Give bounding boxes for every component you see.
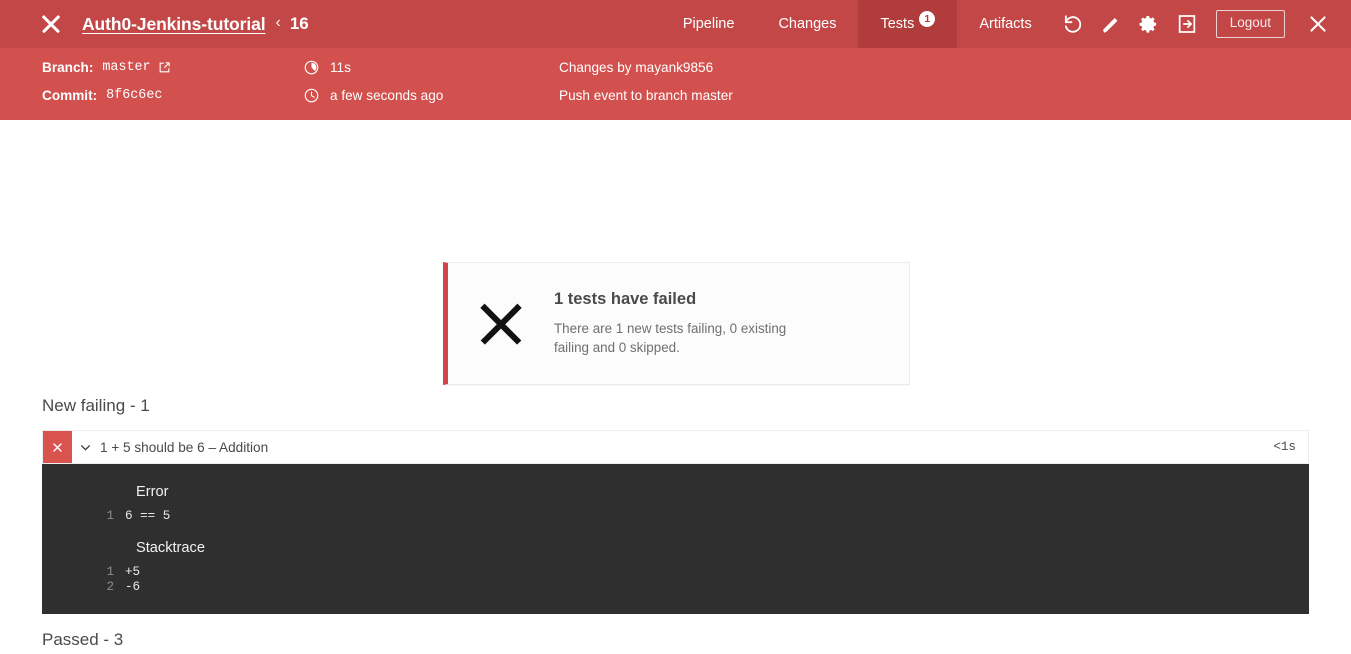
branch-row: Branch: master bbox=[42, 58, 304, 77]
branch-value: master bbox=[102, 60, 151, 75]
edit-pencil-icon[interactable] bbox=[1092, 0, 1130, 48]
tab-changes[interactable]: Changes bbox=[756, 0, 858, 48]
error-heading: Error bbox=[136, 484, 169, 500]
code-line: 1 6 == 5 bbox=[43, 509, 1308, 525]
tab-tests[interactable]: Tests 1 bbox=[858, 0, 958, 48]
run-banner: Branch: master Commit: 8f6c6ec 11s a few… bbox=[0, 48, 1351, 120]
code-line: 2 -6 bbox=[43, 580, 1308, 596]
run-meta-timing: 11s a few seconds ago bbox=[304, 58, 559, 105]
run-meta-branch-commit: Branch: master Commit: 8f6c6ec bbox=[42, 58, 304, 105]
tab-artifacts-label: Artifacts bbox=[979, 16, 1032, 32]
commit-row: Commit: 8f6c6ec bbox=[42, 86, 304, 105]
event-value: Push event to branch master bbox=[559, 88, 733, 103]
summary-icon-wrap bbox=[448, 301, 554, 347]
section-title-new-failing: New failing - 1 bbox=[42, 396, 150, 415]
tests-content: 1 tests have failed There are 1 new test… bbox=[0, 120, 1351, 654]
failure-x-icon bbox=[478, 301, 524, 347]
changes-by-value: Changes by mayank9856 bbox=[559, 60, 714, 75]
header-close-icon[interactable] bbox=[1299, 0, 1337, 48]
duration-row: 11s bbox=[304, 58, 559, 77]
code-line: 1 +5 bbox=[43, 565, 1308, 581]
chevron-left-icon: ‹ bbox=[275, 14, 281, 31]
app-header: Auth0-Jenkins-tutorial ‹ 16 Pipeline Cha… bbox=[0, 0, 1351, 48]
clock-icon bbox=[304, 88, 321, 103]
line-text: +5 bbox=[125, 564, 141, 579]
header-spacer bbox=[309, 0, 661, 48]
stacktrace-heading: Stacktrace bbox=[136, 539, 205, 556]
event-row: Push event to branch master bbox=[559, 86, 733, 105]
tab-pipeline-label: Pipeline bbox=[682, 16, 735, 32]
close-icon[interactable] bbox=[38, 11, 64, 37]
summary-text: 1 tests have failed There are 1 new test… bbox=[554, 290, 826, 356]
timestamp-row: a few seconds ago bbox=[304, 86, 559, 105]
run-banner-grid: Branch: master Commit: 8f6c6ec 11s a few… bbox=[0, 58, 1351, 105]
header-left: Auth0-Jenkins-tutorial ‹ 16 bbox=[0, 0, 309, 48]
repo-name-link[interactable]: Auth0-Jenkins-tutorial bbox=[82, 14, 266, 35]
gap bbox=[0, 650, 1351, 654]
line-text: -6 bbox=[125, 580, 141, 594]
table-row[interactable]: 1 + 5 should be 6 – Addition <1s bbox=[42, 430, 1309, 464]
summary-description: There are 1 new tests failing, 0 existin… bbox=[554, 321, 787, 355]
timestamp-value: a few seconds ago bbox=[330, 88, 444, 103]
changes-by-row: Changes by mayank9856 bbox=[559, 58, 733, 77]
test-duration: <1s bbox=[1273, 440, 1296, 454]
external-link-icon[interactable] bbox=[158, 61, 171, 74]
logout-button[interactable]: Logout bbox=[1215, 10, 1285, 38]
tab-pipeline[interactable]: Pipeline bbox=[661, 0, 757, 48]
run-number: 16 bbox=[289, 14, 309, 33]
x-icon bbox=[53, 442, 62, 452]
tab-tests-label: Tests bbox=[880, 16, 915, 32]
test-name[interactable]: 1 + 5 should be 6 – Addition bbox=[99, 431, 1273, 463]
line-number: 1 bbox=[106, 509, 114, 523]
tab-tests-badge: 1 bbox=[919, 11, 936, 27]
section-title-passed: Passed - 3 bbox=[42, 629, 124, 649]
commit-value: 8f6c6ec bbox=[106, 88, 163, 103]
duration-value: 11s bbox=[330, 60, 351, 75]
logout-arrow-icon[interactable] bbox=[1168, 0, 1206, 48]
header-tabs: Pipeline Changes Tests 1 Artifacts bbox=[661, 0, 1054, 48]
line-number: 2 bbox=[106, 580, 114, 594]
test-failure-detail: Error 1 6 == 5 Stacktrace 1 +5 2 -6 bbox=[42, 464, 1309, 614]
new-failing-table: 1 + 5 should be 6 – Addition <1s Error 1… bbox=[0, 430, 1351, 614]
failure-summary-card: 1 tests have failed There are 1 new test… bbox=[443, 262, 910, 385]
run-meta-changes: Changes by mayank9856 Push event to bran… bbox=[559, 58, 733, 105]
gap bbox=[0, 416, 1351, 430]
duration-icon bbox=[304, 60, 321, 75]
rerun-icon[interactable] bbox=[1054, 0, 1092, 48]
line-text: 6 == 5 bbox=[125, 509, 171, 523]
chevron-down-icon[interactable] bbox=[72, 431, 99, 463]
gear-icon[interactable] bbox=[1130, 0, 1168, 48]
row-status-badge-fail bbox=[43, 431, 72, 463]
tab-artifacts[interactable]: Artifacts bbox=[957, 0, 1053, 48]
summary-title: 1 tests have failed bbox=[554, 290, 697, 309]
commit-label: Commit: bbox=[42, 88, 98, 103]
line-number: 1 bbox=[106, 564, 114, 579]
header-actions: Logout bbox=[1054, 0, 1351, 48]
tab-changes-label: Changes bbox=[778, 16, 837, 32]
branch-label: Branch: bbox=[42, 60, 94, 75]
gap bbox=[0, 614, 1351, 630]
